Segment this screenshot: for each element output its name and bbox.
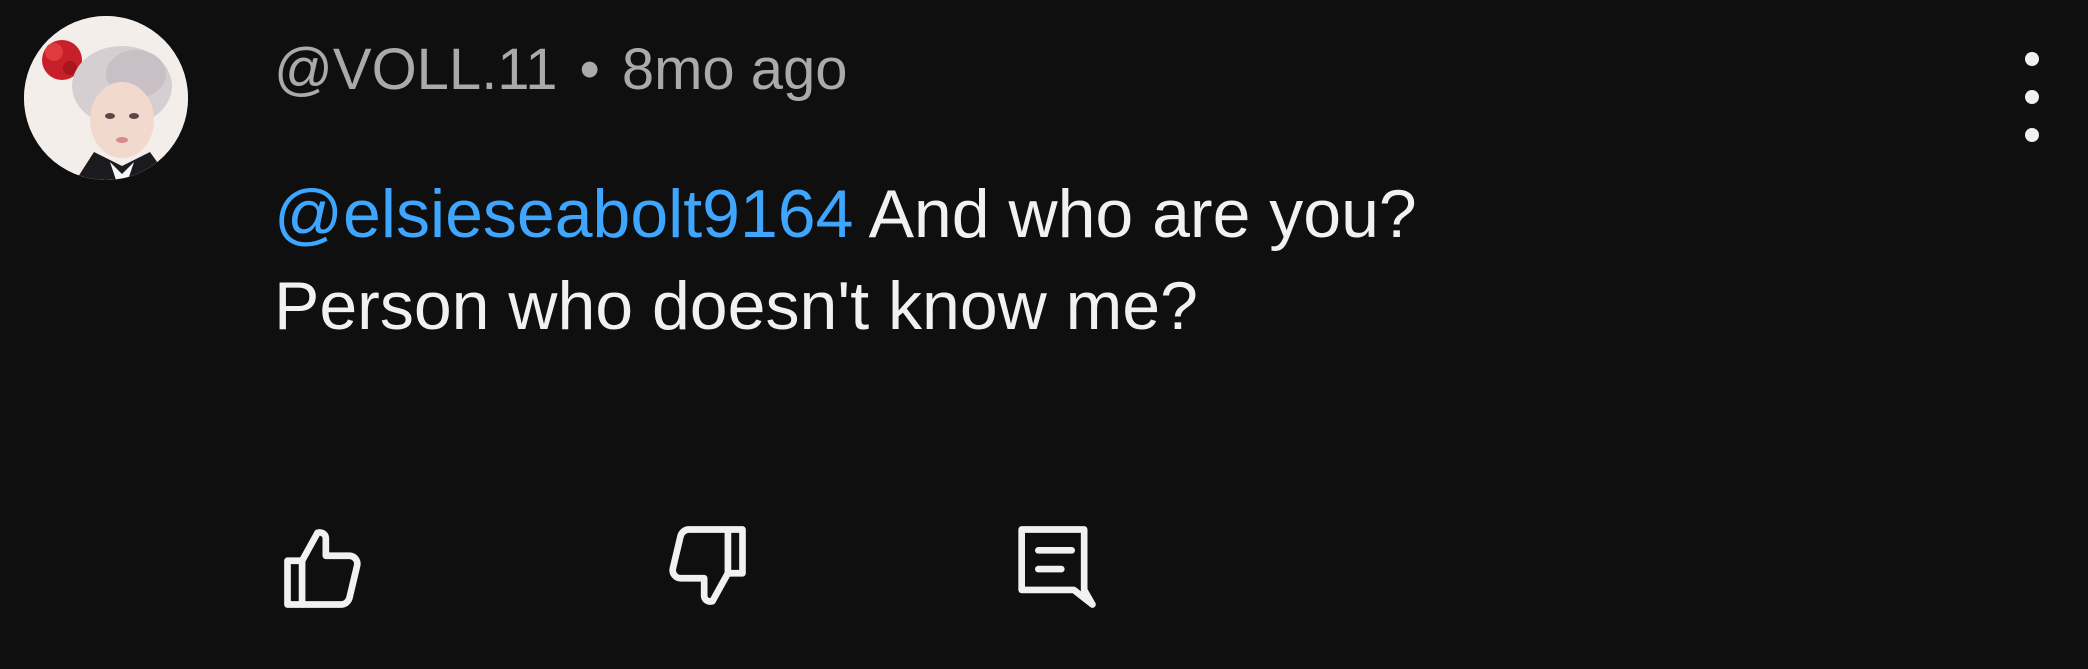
avatar-image <box>24 16 188 180</box>
reply-comment-icon <box>1018 526 1096 608</box>
comment-author[interactable]: @VOLL.11 <box>274 36 558 103</box>
like-button[interactable] <box>270 512 380 622</box>
comment-text-line-1: And who are you? <box>853 176 1417 252</box>
comment-text: @elsieseabolt9164 And who are you? Perso… <box>274 168 1974 352</box>
dislike-button[interactable] <box>650 512 760 622</box>
comment-header: @VOLL.11 • 8mo ago <box>274 34 848 104</box>
comment-text-line-2: Person who doesn't know me? <box>274 268 1198 344</box>
meta-separator: • <box>579 36 600 102</box>
comment-thread-item: @VOLL.11 • 8mo ago @elsieseabolt9164 And… <box>0 0 2088 669</box>
thumbs-down-icon <box>669 526 746 605</box>
mention-link[interactable]: @elsieseabolt9164 <box>274 176 853 252</box>
comment-timestamp[interactable]: 8mo ago <box>622 36 848 103</box>
more-vertical-icon <box>2025 52 2039 66</box>
thumbs-up-icon <box>284 529 361 608</box>
avatar[interactable] <box>24 16 188 180</box>
reply-button[interactable] <box>1000 512 1110 622</box>
more-actions-button[interactable] <box>2004 52 2060 142</box>
more-vertical-icon-dot <box>2025 90 2039 104</box>
more-vertical-icon-dot <box>2025 128 2039 142</box>
